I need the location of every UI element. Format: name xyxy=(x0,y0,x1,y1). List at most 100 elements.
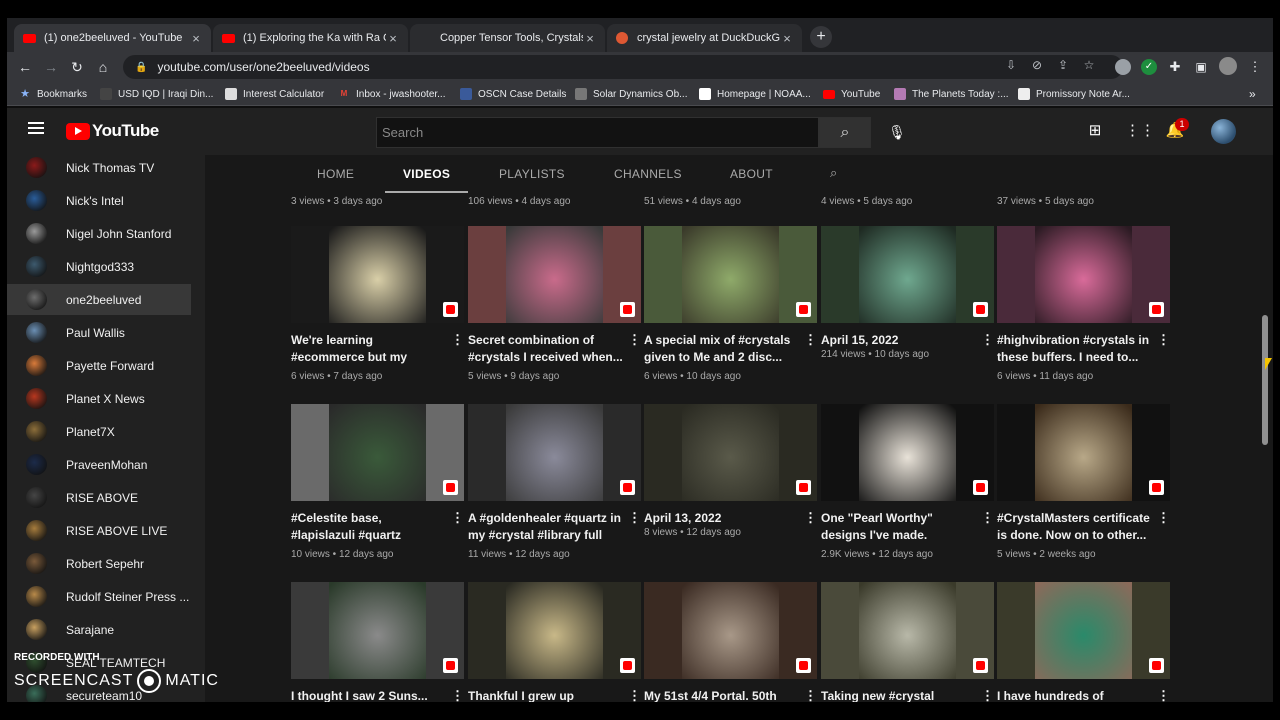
more-options-icon[interactable]: ⋮ xyxy=(981,510,994,526)
video-card[interactable]: Thankful I grew up cooking ⋮ xyxy=(468,582,641,702)
video-thumbnail[interactable] xyxy=(644,582,817,679)
video-card[interactable]: #highvibration #crystals in these buffer… xyxy=(997,226,1170,396)
video-title[interactable]: We're learning #ecommerce but my favorit… xyxy=(291,332,446,366)
bookmark-item[interactable]: YouTube xyxy=(823,86,880,102)
more-options-icon[interactable]: ⋮ xyxy=(628,332,641,348)
more-options-icon[interactable]: ⋮ xyxy=(451,332,464,348)
puzzle-icon[interactable]: ✚ xyxy=(1167,59,1183,75)
sidepanel-icon[interactable]: ▣ xyxy=(1193,59,1209,75)
reload-icon[interactable]: ↻ xyxy=(68,58,86,76)
bookmark-item[interactable]: USD IQD | Iraqi Din... xyxy=(100,86,213,102)
video-card[interactable]: Taking new #crystal photos ⋮ xyxy=(821,582,994,702)
bookmark-item[interactable]: ★ Bookmarks xyxy=(19,86,87,102)
more-options-icon[interactable]: ⋮ xyxy=(981,332,994,348)
more-options-icon[interactable]: ⋮ xyxy=(628,510,641,526)
bookmark-item[interactable]: M Inbox - jwashooter... xyxy=(338,86,446,102)
video-card[interactable]: April 13, 2022 ⋮ 8 views • 12 days ago xyxy=(644,404,817,574)
menu-icon[interactable]: ⋮ xyxy=(1247,59,1263,75)
video-title[interactable]: A #goldenhealer #quartz in my #crystal #… xyxy=(468,510,623,544)
install-icon[interactable]: ⇩ xyxy=(1003,57,1019,73)
sidebar-item[interactable]: Paul Wallis xyxy=(7,317,191,348)
video-thumbnail[interactable] xyxy=(997,404,1170,501)
sidebar-item[interactable]: one2beeluved xyxy=(7,284,191,315)
sidebar-item[interactable]: PraveenMohan xyxy=(7,449,191,480)
video-thumbnail[interactable] xyxy=(821,404,994,501)
more-options-icon[interactable]: ⋮ xyxy=(1157,510,1170,526)
apps-grid-icon[interactable]: ⋮⋮ xyxy=(1125,121,1155,141)
sidebar-item[interactable]: Nick's Intel xyxy=(7,185,191,216)
close-icon[interactable]: × xyxy=(780,31,794,46)
channel-search-icon[interactable]: ⌕ xyxy=(830,165,846,181)
bookmark-item[interactable]: The Planets Today :... xyxy=(894,86,1009,102)
video-title[interactable]: Thankful I grew up cooking xyxy=(468,688,623,702)
sidebar-item[interactable]: RISE ABOVE xyxy=(7,482,191,513)
microphone-icon[interactable]: 🎙 xyxy=(884,119,910,145)
video-card[interactable]: We're learning #ecommerce but my favorit… xyxy=(291,226,464,396)
sidebar-item[interactable]: Robert Sepehr xyxy=(7,548,191,579)
video-title[interactable]: #highvibration #crystals in these buffer… xyxy=(997,332,1152,366)
video-card[interactable]: I have hundreds of designs ⋮ xyxy=(997,582,1170,702)
bookmark-item[interactable]: Promissory Note Ar... xyxy=(1018,86,1130,102)
sidebar-item[interactable]: Nick Thomas TV xyxy=(7,155,191,183)
tab-channels[interactable]: CHANNELS xyxy=(614,155,682,193)
tab-one2beeluved[interactable]: (1) one2beeluved - YouTube × xyxy=(14,24,211,52)
search-input[interactable]: Search xyxy=(376,117,819,148)
more-options-icon[interactable]: ⋮ xyxy=(804,688,817,702)
bookmark-item[interactable]: Homepage | NOAA... xyxy=(699,86,811,102)
video-card[interactable]: #Celestite base, #lapislazuli #quartz #b… xyxy=(291,404,464,574)
video-card[interactable]: A #goldenhealer #quartz in my #crystal #… xyxy=(468,404,641,574)
sidebar-item[interactable]: Planet X News xyxy=(7,383,191,414)
more-options-icon[interactable]: ⋮ xyxy=(981,688,994,702)
sidebar-item[interactable]: Nigel John Stanford xyxy=(7,218,191,249)
bookmark-item[interactable]: OSCN Case Details xyxy=(460,86,566,102)
bookmark-item[interactable]: Interest Calculator xyxy=(225,86,324,102)
bookmarks-overflow[interactable]: » xyxy=(1249,86,1256,102)
scrollbar[interactable] xyxy=(1257,193,1273,702)
video-card[interactable]: #CrystalMasters certificate is done. Now… xyxy=(997,404,1170,574)
video-thumbnail[interactable] xyxy=(997,582,1170,679)
video-title[interactable]: I thought I saw 2 Suns... for a xyxy=(291,688,446,702)
video-card[interactable]: I thought I saw 2 Suns... for a ⋮ xyxy=(291,582,464,702)
video-title[interactable]: Taking new #crystal photos xyxy=(821,688,976,702)
profile-avatar[interactable] xyxy=(1219,57,1237,75)
video-title[interactable]: A special mix of #crystals given to Me a… xyxy=(644,332,799,366)
sidebar-item[interactable]: RISE ABOVE LIVE xyxy=(7,515,191,546)
hamburger-menu-icon[interactable] xyxy=(28,122,44,134)
more-options-icon[interactable]: ⋮ xyxy=(804,510,817,526)
scrollbar-thumb[interactable] xyxy=(1262,315,1268,445)
back-icon[interactable]: ← xyxy=(16,58,34,76)
tab-playlists[interactable]: PLAYLISTS xyxy=(499,155,565,193)
sidebar-item[interactable]: Sarajane xyxy=(7,614,191,645)
sidebar-item[interactable]: Nightgod333 xyxy=(7,251,191,282)
tab-about[interactable]: ABOUT xyxy=(730,155,773,193)
more-options-icon[interactable]: ⋮ xyxy=(451,510,464,526)
video-card[interactable]: A special mix of #crystals given to Me a… xyxy=(644,226,817,396)
video-thumbnail[interactable] xyxy=(468,404,641,501)
video-thumbnail[interactable] xyxy=(644,404,817,501)
video-thumbnail[interactable] xyxy=(821,226,994,323)
bookmark-item[interactable]: Solar Dynamics Ob... xyxy=(575,86,687,102)
close-icon[interactable]: × xyxy=(583,31,597,46)
sidebar-item[interactable]: Planet7X xyxy=(7,416,191,447)
more-options-icon[interactable]: ⋮ xyxy=(628,688,641,702)
tab-copper-tensor[interactable]: Copper Tensor Tools, Crystals, Th × xyxy=(410,24,605,52)
more-options-icon[interactable]: ⋮ xyxy=(451,688,464,702)
video-title[interactable]: Secret combination of #crystals I receiv… xyxy=(468,332,623,366)
new-tab-button[interactable]: + xyxy=(810,26,832,48)
video-thumbnail[interactable] xyxy=(468,582,641,679)
create-video-icon[interactable]: ⊞ xyxy=(1085,121,1105,141)
tab-duckduckgo[interactable]: crystal jewelry at DuckDuckGo × xyxy=(607,24,802,52)
forward-icon[interactable]: → xyxy=(42,58,60,76)
close-icon[interactable]: × xyxy=(386,31,400,46)
account-avatar[interactable] xyxy=(1211,119,1236,144)
more-options-icon[interactable]: ⋮ xyxy=(804,332,817,348)
tab-exploring-ka[interactable]: (1) Exploring the Ka with Ra Cast × xyxy=(213,24,408,52)
video-thumbnail[interactable] xyxy=(468,226,641,323)
video-title[interactable]: One "Pearl Worthy" designs I've made. xyxy=(821,510,976,544)
video-title[interactable]: I have hundreds of designs xyxy=(997,688,1152,702)
video-thumbnail[interactable] xyxy=(291,404,464,501)
more-options-icon[interactable]: ⋮ xyxy=(1157,688,1170,702)
close-icon[interactable]: × xyxy=(189,31,203,46)
hide-icon[interactable]: ⊘ xyxy=(1029,57,1045,73)
sidebar-item[interactable]: Rudolf Steiner Press ... xyxy=(7,581,191,612)
